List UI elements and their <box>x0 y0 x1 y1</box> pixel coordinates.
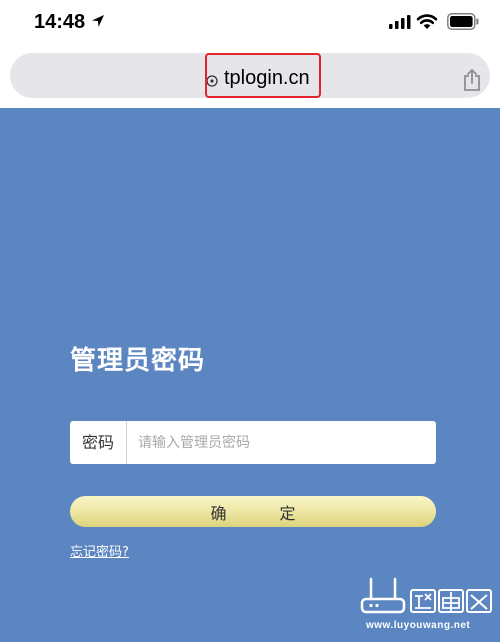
page-title: 管理员密码 <box>70 346 206 376</box>
password-field-group: 密码 <box>70 421 436 464</box>
signal-icon <box>389 15 411 29</box>
forgot-password-link[interactable]: 忘记密码? <box>70 541 129 560</box>
confirm-button[interactable]: 确 定 <box>70 496 436 527</box>
password-input[interactable] <box>128 421 428 464</box>
status-bar: 14:48 <box>0 0 500 46</box>
url-highlight-box <box>205 53 321 98</box>
browser-address-area: tplogin.cn <box>0 46 500 108</box>
watermark-url: www.luyouwang.net <box>366 620 471 631</box>
password-label: 密码 <box>70 421 127 464</box>
watermark-logo-icon <box>410 589 492 613</box>
status-time: 14:48 <box>34 11 86 33</box>
wifi-icon <box>416 14 438 29</box>
share-icon[interactable] <box>462 68 482 92</box>
battery-icon <box>447 13 479 30</box>
location-arrow-icon <box>92 15 104 27</box>
router-logo-icon <box>360 577 406 614</box>
